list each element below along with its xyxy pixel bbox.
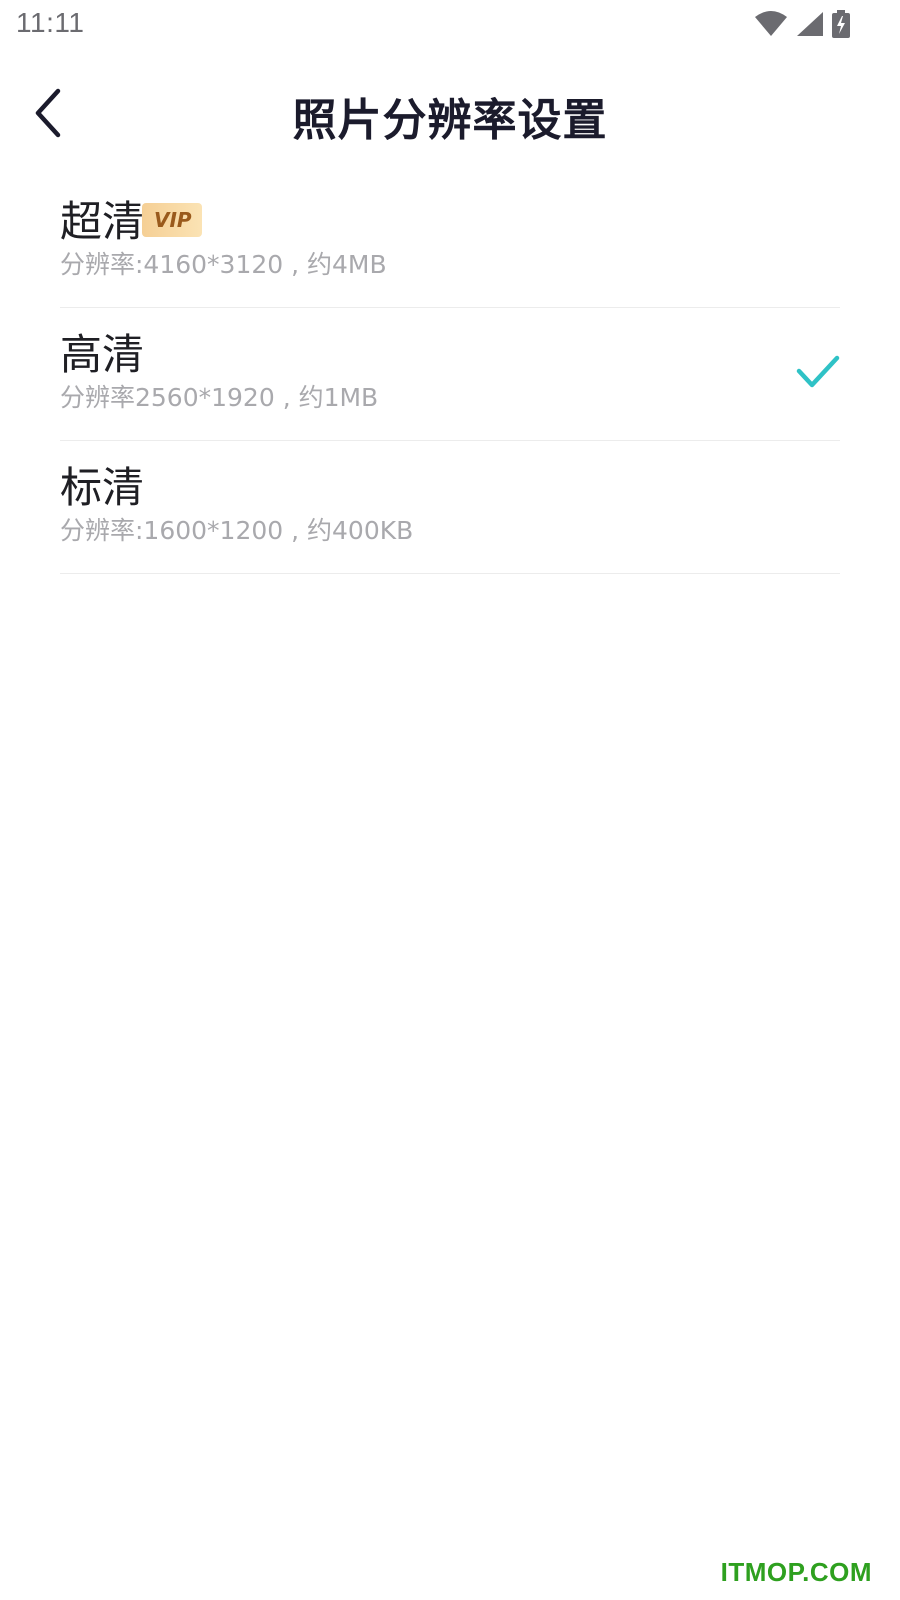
- battery-charging-icon: [832, 10, 850, 38]
- option-hd[interactable]: 高清 分辨率2560*1920 , 约1MB: [60, 308, 840, 441]
- option-ultra-hd[interactable]: 超清 VIP 分辨率:4160*3120 , 约4MB: [60, 175, 840, 308]
- signal-icon: [796, 11, 824, 37]
- option-sd[interactable]: 标清 分辨率:1600*1200 , 约400KB: [60, 441, 840, 574]
- vip-badge: VIP: [142, 203, 202, 237]
- wifi-icon: [754, 11, 788, 37]
- option-description: 分辨率2560*1920 , 约1MB: [60, 383, 379, 412]
- page-title: 照片分辨率设置: [292, 95, 608, 146]
- status-time: 11:11: [16, 7, 85, 38]
- status-bar: 11:11: [0, 0, 900, 50]
- option-title-line: 标清: [60, 465, 144, 511]
- resolution-option-list: 超清 VIP 分辨率:4160*3120 , 约4MB 高清 分辨率2560*1…: [60, 175, 840, 574]
- option-title: 超清: [60, 197, 145, 246]
- watermark: ITMOP.COM: [720, 1557, 872, 1587]
- option-title: 标清: [60, 463, 145, 512]
- checkmark-icon: [796, 354, 840, 390]
- option-description: 分辨率:4160*3120 , 约4MB: [60, 250, 387, 279]
- status-icons: [754, 8, 850, 40]
- option-title-line: 高清: [60, 332, 144, 378]
- option-title: 高清: [60, 330, 145, 379]
- option-title-line: 超清 VIP: [60, 199, 202, 245]
- app-header: 照片分辨率设置: [0, 70, 900, 160]
- option-description: 分辨率:1600*1200 , 约400KB: [60, 516, 414, 545]
